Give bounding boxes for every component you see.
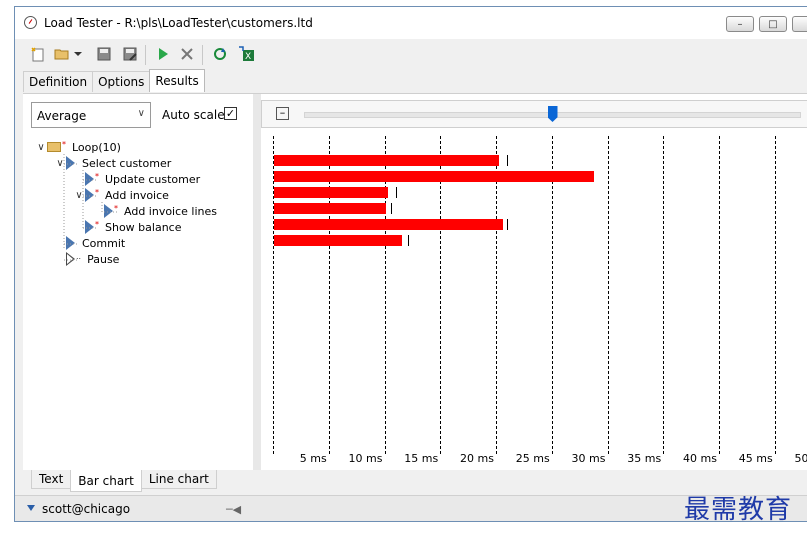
chart-gridline (719, 136, 720, 454)
toolbar-separator (145, 45, 146, 65)
chart-gridline (774, 136, 776, 454)
tab-options[interactable]: Options (92, 71, 151, 92)
chart-x-tick-label: 15 ms (404, 452, 439, 465)
chart-bar (274, 187, 388, 198)
window-title: Load Tester - R:\pls\LoadTester\customer… (44, 16, 313, 30)
pane-splitter[interactable] (253, 94, 261, 470)
chart-bar (274, 155, 500, 166)
tab-line-chart[interactable]: Line chart (140, 470, 217, 489)
chart-bar (274, 171, 594, 182)
export-excel-icon[interactable]: X (237, 45, 255, 63)
chart-x-tick-label: 10 ms (348, 452, 383, 465)
tab-bar-chart[interactable]: Bar chart (70, 470, 142, 492)
bar-chart-pane: – – 5 ms 10 ms 15 ms 20 ms 25 ms 30 ms 35 ms 40… (261, 94, 807, 470)
chart-max-marker (507, 219, 509, 230)
chart-x-tick-label: 35 ms (627, 452, 662, 465)
app-window: Load Tester - R:\pls\LoadTester\customer… (14, 6, 807, 522)
chart-x-tick-label: 50 ms (794, 452, 807, 465)
maximize-button[interactable]: □ (759, 16, 787, 32)
chart-x-tick-label: 25 ms (515, 452, 550, 465)
chart-bar (274, 235, 403, 246)
chart-x-tick-label: 20 ms (460, 452, 494, 465)
tree-connectors (63, 154, 118, 261)
results-panel: Average ∨ Auto scale ✓ ∨ * Loop(10) ∨ Select… (23, 93, 807, 470)
app-gauge-icon (24, 16, 37, 29)
chart-gridline (440, 136, 442, 454)
minimize-button[interactable]: – (726, 16, 754, 32)
tab-results[interactable]: Results (149, 69, 205, 92)
dropdown-arrow-icon[interactable] (73, 45, 83, 63)
chart-x-tick-label: 40 ms (683, 452, 717, 465)
chart-bar (274, 203, 386, 214)
watermark-text: 最需教育 (684, 495, 793, 525)
new-file-icon[interactable] (29, 45, 47, 63)
tab-text[interactable]: Text (31, 470, 72, 489)
run-icon[interactable] (154, 45, 172, 63)
refresh-icon[interactable] (211, 45, 229, 63)
chart-x-tick-label: 45 ms (738, 452, 773, 465)
chart-gridline (607, 136, 609, 454)
main-tabs: Definition Options Results (23, 69, 205, 93)
connection-menu-icon[interactable] (27, 505, 35, 511)
chart-gridline (496, 136, 497, 454)
save-as-icon[interactable] (121, 45, 139, 63)
view-tabs: Text Bar chart Line chart (31, 470, 217, 492)
tab-definition[interactable]: Definition (23, 71, 94, 92)
zoom-slider-bar: – – (261, 100, 807, 128)
chart-gridline (328, 136, 330, 454)
chart-gridline (663, 136, 665, 454)
open-folder-icon[interactable] (53, 45, 71, 63)
chart-max-marker (507, 155, 509, 166)
toolbar-separator (202, 45, 203, 65)
chart-gridline (384, 136, 386, 454)
chart-max-marker (395, 187, 397, 198)
chart-x-tick-label: 30 ms (571, 452, 606, 465)
chart-gridline (551, 136, 553, 454)
zoom-out-button[interactable]: – (276, 107, 289, 120)
step-tree-pane: Average ∨ Auto scale ✓ ∨ * Loop(10) ∨ Select… (23, 94, 253, 470)
svg-text:X: X (245, 52, 251, 62)
save-icon[interactable] (95, 45, 113, 63)
stop-icon[interactable] (178, 45, 196, 63)
title-bar: Load Tester - R:\pls\LoadTester\customer… (15, 7, 807, 39)
pin-icon[interactable]: ─◀ (226, 503, 241, 516)
chart-x-tick-label: 5 ms (299, 452, 327, 465)
chart-axis-line (273, 136, 274, 454)
close-button[interactable] (792, 16, 807, 32)
toolbar: X (15, 39, 807, 69)
connection-user: scott@chicago (42, 502, 131, 516)
zoom-slider-thumb[interactable] (547, 106, 558, 122)
chart-max-marker (391, 203, 393, 214)
chart-bar (274, 219, 503, 230)
chart-max-marker (407, 235, 409, 246)
